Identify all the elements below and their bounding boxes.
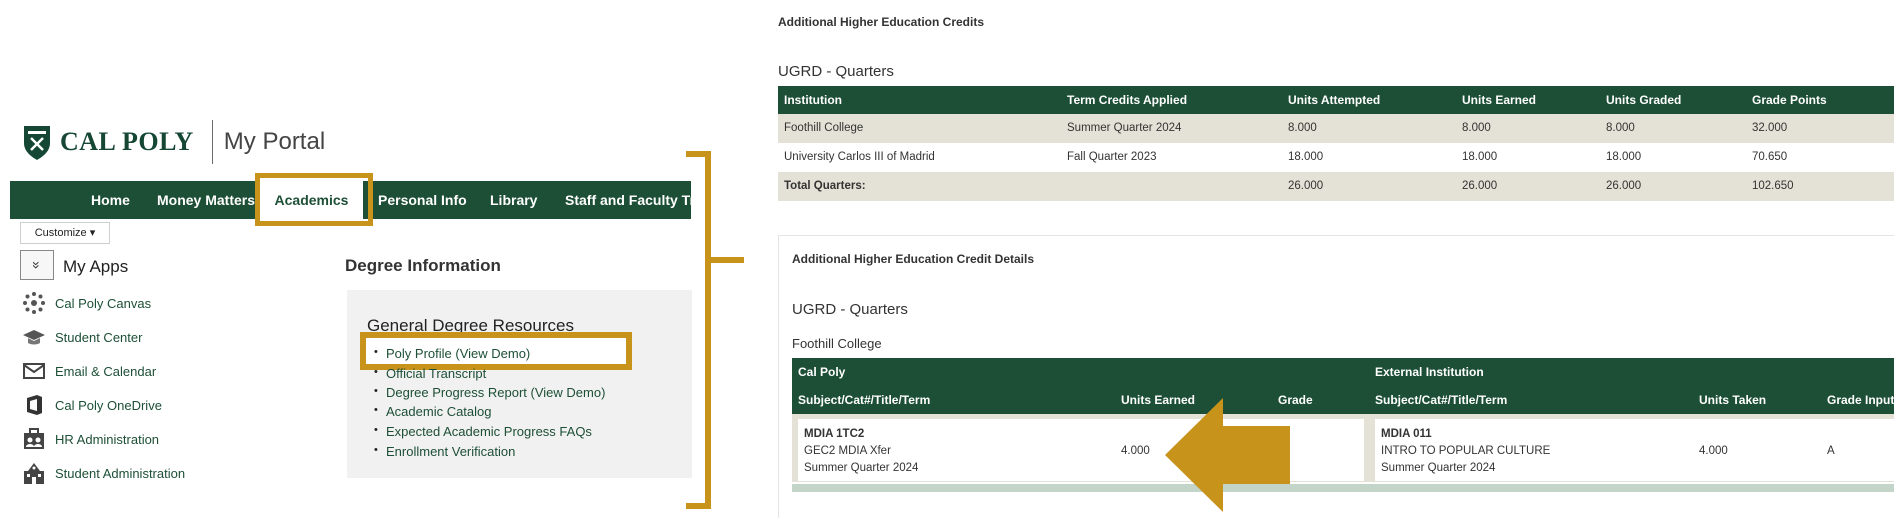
double-chevron-icon: » — [28, 261, 45, 269]
header-units-graded: Units Graded — [1606, 93, 1682, 107]
credits-section-title: UGRD - Quarters — [778, 63, 894, 80]
cell-grade-points: 70.650 — [1752, 151, 1788, 163]
header-units-earned: Units Earned — [1462, 93, 1537, 107]
external-course-term: Summer Quarter 2024 — [1381, 462, 1496, 474]
details-table-footer — [792, 484, 1894, 492]
header-grade-input: Grade Input — [1827, 393, 1894, 407]
cell-units-graded: 26.000 — [1606, 180, 1642, 192]
cell-grade-points: 32.000 — [1752, 122, 1788, 134]
cal-poly-course-term: Summer Quarter 2024 — [804, 462, 919, 474]
cell-institution: University Carlos III of Madrid — [784, 151, 935, 163]
cell-term: Summer Quarter 2024 — [1067, 122, 1182, 134]
cell-units-earned: 26.000 — [1462, 180, 1498, 192]
link-expected-academic-progress-faqs[interactable]: Expected Academic Progress FAQs — [386, 424, 592, 439]
list-bullet: • — [374, 385, 378, 397]
customize-dropdown[interactable]: Customize ▾ — [20, 222, 110, 244]
list-bullet: • — [374, 404, 378, 416]
external-course-code: MDIA 011 — [1381, 428, 1432, 440]
onedrive-icon — [22, 393, 46, 417]
portal-logo[interactable]: CAL POLY My Portal — [22, 120, 325, 164]
cal-poly-course-code: MDIA 1TC2 — [804, 428, 865, 440]
list-bullet: • — [374, 444, 378, 456]
nav-money-matters[interactable]: Money Matters — [157, 181, 255, 219]
link-enrollment-verification[interactable]: Enrollment Verification — [386, 444, 515, 459]
nav-library[interactable]: Library — [490, 181, 537, 219]
cell-grade-points: 102.650 — [1752, 180, 1794, 192]
external-course-title: INTRO TO POPULAR CULTURE — [1381, 445, 1551, 457]
app-label: Student Center — [55, 329, 143, 345]
canvas-icon — [22, 291, 46, 315]
table-row-total: Total Quarters: 26.000 26.000 26.000 102… — [778, 172, 1894, 201]
app-item-canvas[interactable]: Cal Poly Canvas — [22, 291, 151, 315]
graduation-cap-icon — [22, 325, 46, 349]
link-poly-profile[interactable]: Poly Profile (View Demo) — [386, 346, 530, 361]
screenshot-canvas: CAL POLY My Portal Home Money Matters Ac… — [0, 0, 1894, 518]
app-label: Email & Calendar — [55, 363, 157, 379]
nav-staff-faculty-training[interactable]: Staff and Faculty Trai — [565, 181, 691, 219]
cell-units-attempted: 18.000 — [1288, 151, 1324, 163]
list-bullet: • — [374, 424, 378, 436]
app-label: HR Administration — [55, 431, 160, 447]
header-units-taken: Units Taken — [1699, 393, 1767, 407]
cal-poly-shield-icon — [24, 126, 50, 160]
credits-table-header: Institution Term Credits Applied Units A… — [778, 86, 1894, 114]
logo-divider — [211, 120, 213, 164]
degree-information-title: Degree Information — [345, 256, 501, 275]
cal-poly-course-title: GEC2 MDIA Xfer — [804, 445, 891, 457]
link-official-transcript[interactable]: Official Transcript — [386, 366, 486, 381]
group-external-institution: External Institution — [1375, 365, 1484, 379]
portal-title: My Portal — [223, 128, 326, 155]
table-row: Foothill College Summer Quarter 2024 8.0… — [778, 114, 1894, 143]
table-row: University Carlos III of Madrid Fall Qua… — [778, 143, 1894, 172]
nav-personal-info[interactable]: Personal Info — [378, 181, 467, 219]
details-institution-name: Foothill College — [792, 336, 882, 351]
header-term-credits-applied: Term Credits Applied — [1067, 93, 1188, 107]
details-column-header: Subject/Cat#/Title/Term Units Earned Gra… — [792, 386, 1894, 414]
app-item-email-calendar[interactable]: Email & Calendar — [22, 359, 156, 383]
header-subject-right: Subject/Cat#/Title/Term — [1375, 393, 1508, 407]
nav-home[interactable]: Home — [91, 181, 130, 219]
cal-poly-units-earned: 4.000 — [1121, 445, 1150, 457]
cell-institution: Foothill College — [784, 122, 864, 134]
app-label: Cal Poly OneDrive — [55, 397, 162, 413]
list-bullet: • — [374, 366, 378, 378]
my-apps-title: My Apps — [63, 257, 129, 276]
header-institution: Institution — [784, 93, 842, 107]
cell-units-graded: 8.000 — [1606, 122, 1635, 134]
cell-term: Fall Quarter 2023 — [1067, 151, 1157, 163]
link-academic-catalog[interactable]: Academic Catalog — [386, 404, 492, 419]
collapse-apps-button[interactable]: » — [20, 250, 54, 280]
header-units-attempted: Units Attempted — [1288, 93, 1381, 107]
header-grade-points: Grade Points — [1752, 93, 1827, 107]
cell-units-attempted: 26.000 — [1288, 180, 1324, 192]
brand-name: CAL POLY — [60, 127, 194, 156]
app-item-student-administration[interactable]: Student Administration — [22, 461, 185, 485]
envelope-icon — [22, 359, 46, 383]
external-grade-input: A — [1827, 445, 1835, 457]
app-label: Cal Poly Canvas — [55, 295, 152, 311]
external-units-taken: 4.000 — [1699, 445, 1728, 457]
gold-arrow-left-icon — [1165, 398, 1290, 512]
group-cal-poly: Cal Poly — [798, 365, 846, 379]
academics-highlight-box — [255, 173, 373, 226]
cell-units-earned: 8.000 — [1462, 122, 1491, 134]
building-icon — [22, 461, 46, 485]
hr-icon — [22, 427, 46, 451]
cell-units-earned: 18.000 — [1462, 151, 1498, 163]
app-item-onedrive[interactable]: Cal Poly OneDrive — [22, 393, 162, 417]
app-item-hr-administration[interactable]: HR Administration — [22, 427, 159, 451]
cell-units-graded: 18.000 — [1606, 151, 1642, 163]
credits-title: Additional Higher Education Credits — [778, 15, 985, 29]
cell-total-label: Total Quarters: — [784, 180, 866, 192]
gold-bracket-annotation — [686, 151, 744, 509]
header-subject-left: Subject/Cat#/Title/Term — [798, 393, 931, 407]
credit-details-title: Additional Higher Education Credit Detai… — [792, 252, 1035, 266]
details-group-header: Cal Poly External Institution — [792, 358, 1894, 386]
cell-units-attempted: 8.000 — [1288, 122, 1317, 134]
app-label: Student Administration — [55, 465, 186, 481]
list-bullet: • — [374, 346, 378, 358]
app-item-student-center[interactable]: Student Center — [22, 325, 142, 349]
details-section-title: UGRD - Quarters — [792, 301, 908, 318]
link-degree-progress-report[interactable]: Degree Progress Report (View Demo) — [386, 385, 605, 400]
